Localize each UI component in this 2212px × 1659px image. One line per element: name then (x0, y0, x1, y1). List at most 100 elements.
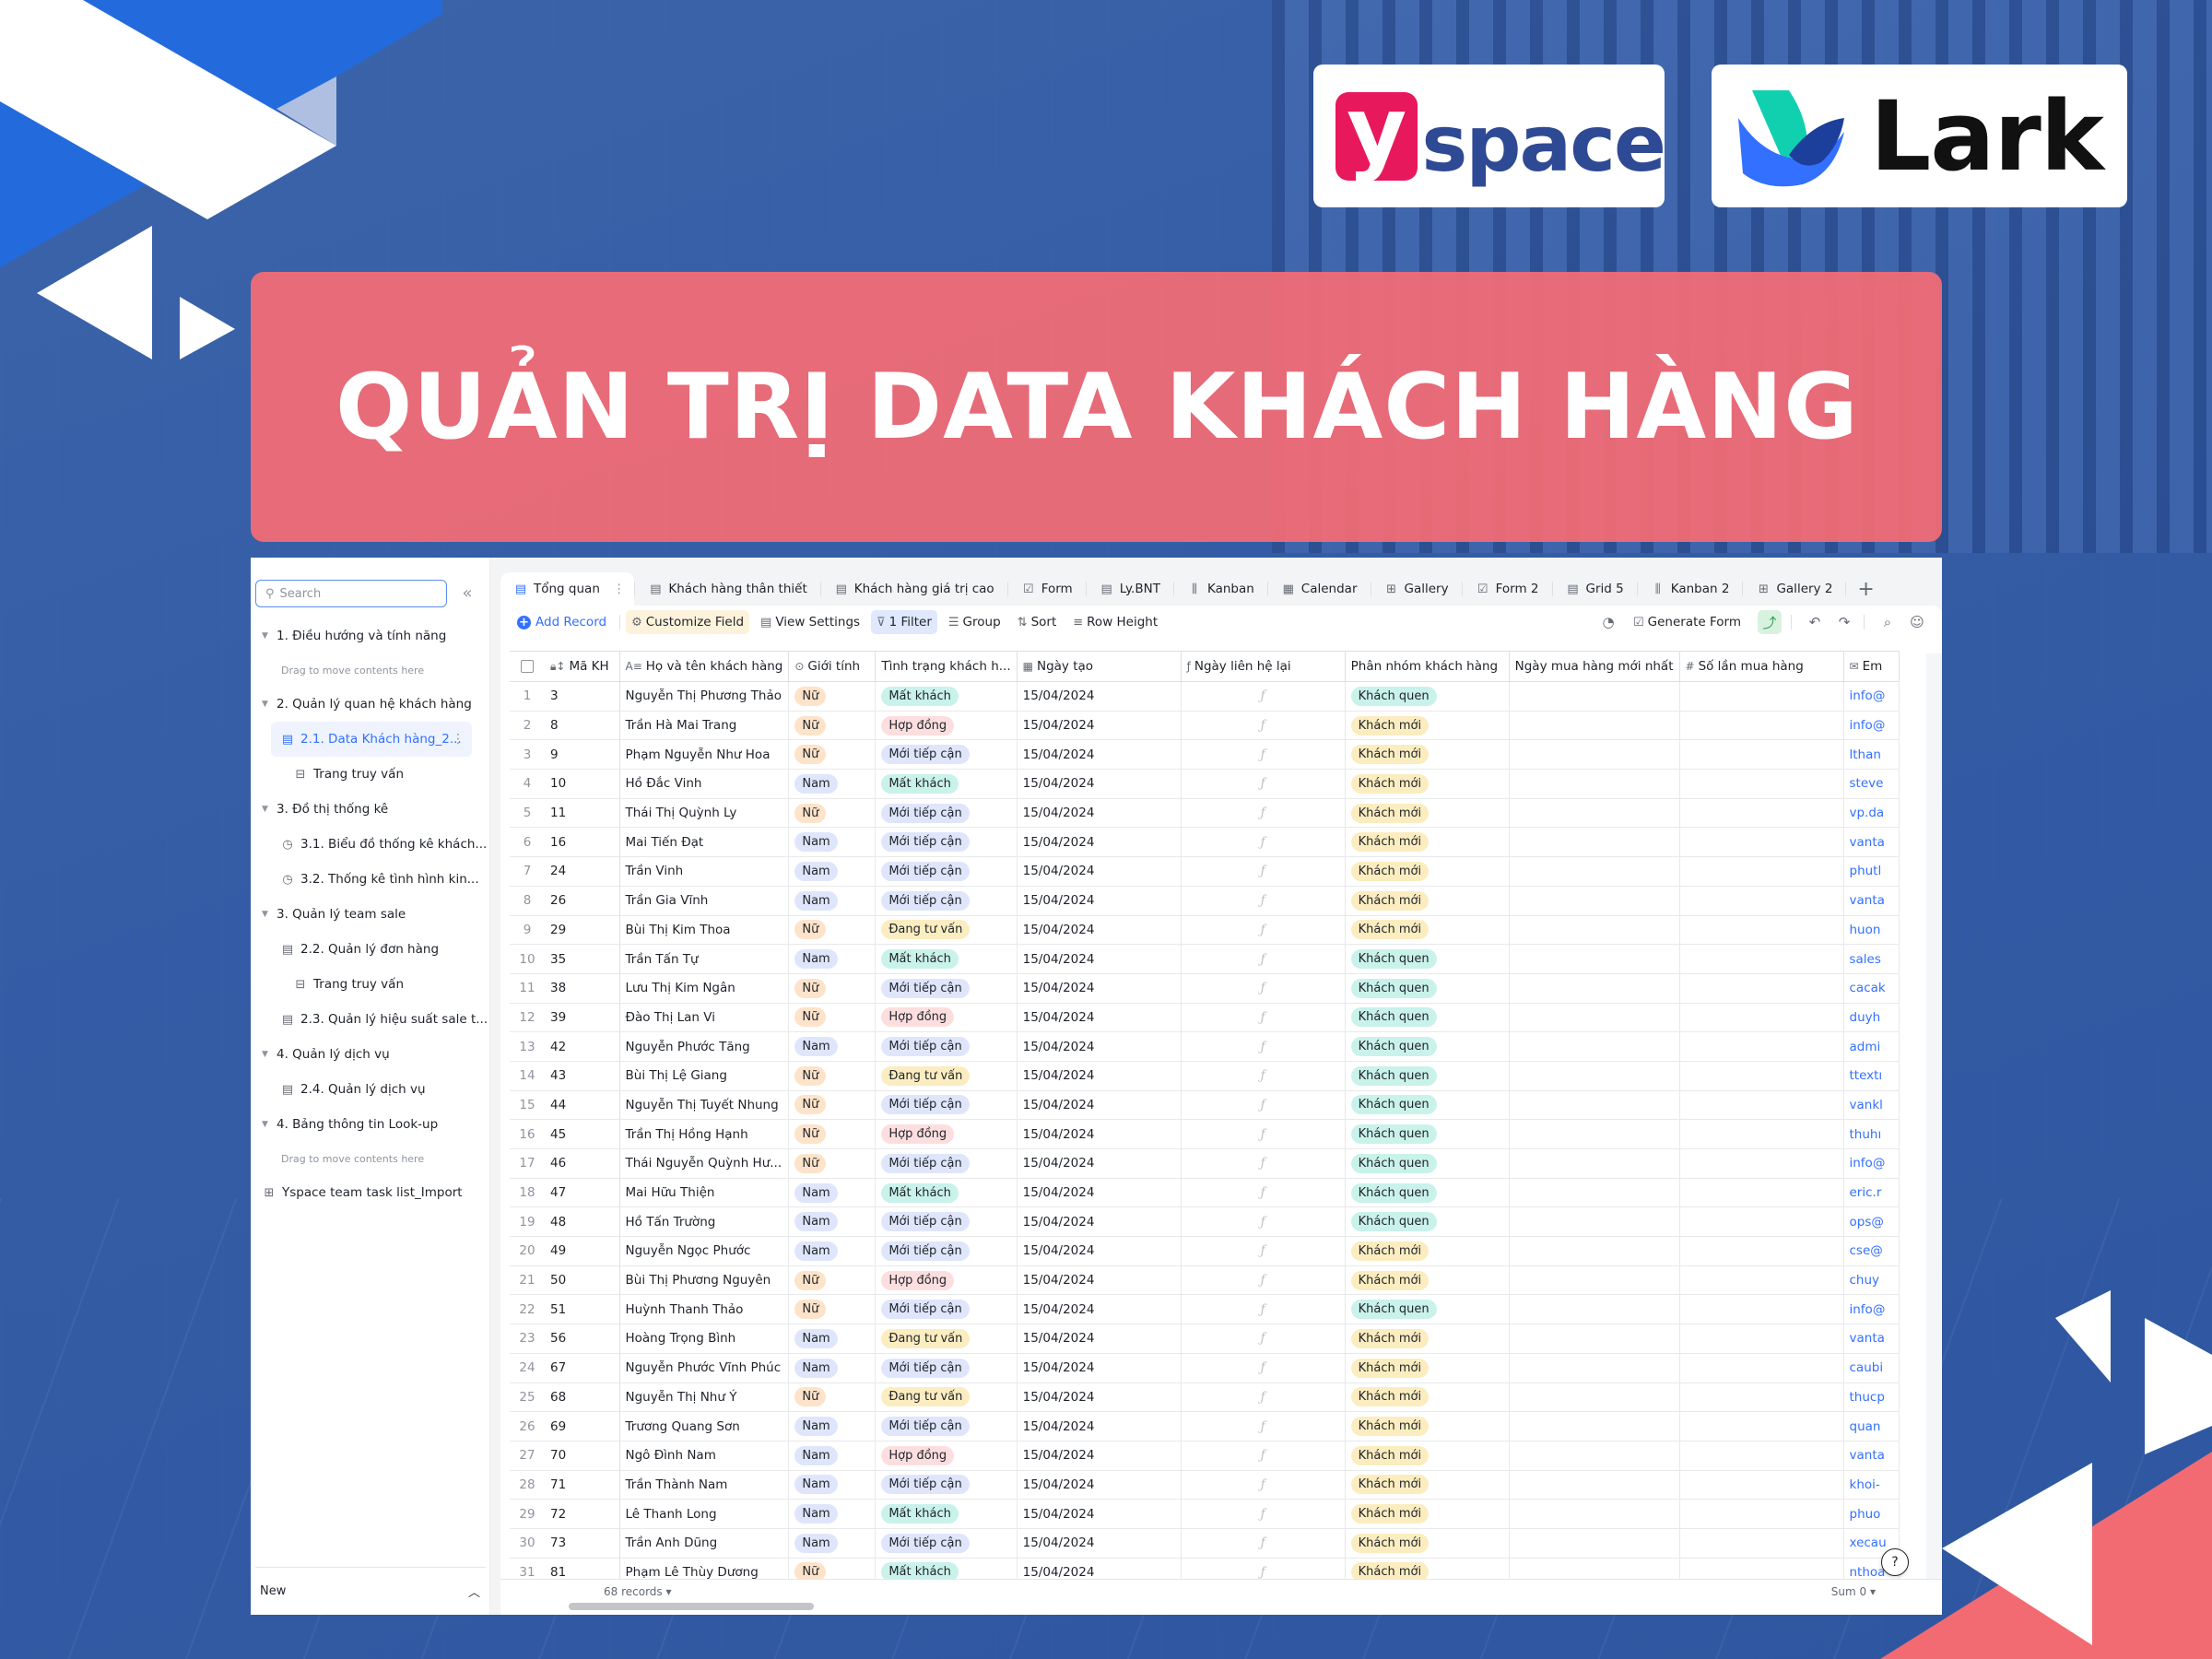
cell-tinh-trang[interactable]: Hợp đồng (875, 1441, 1018, 1471)
cell-gioi-tinh[interactable]: Nam (788, 1206, 877, 1238)
cell-tinh-trang[interactable]: Đang tư vấn (875, 1382, 1018, 1413)
undo-icon[interactable]: ↶ (1803, 610, 1827, 634)
cell-gioi-tinh[interactable]: Nam (788, 886, 877, 916)
cell-ngay-mua-moi-nhat[interactable] (1509, 1148, 1680, 1179)
cell-ngay-tao[interactable]: 15/04/2024 (1017, 1470, 1182, 1500)
cell-so-lan-mua[interactable] (1679, 1499, 1844, 1529)
filter-button[interactable]: ⊽ 1 Filter (871, 610, 937, 634)
cell-ngay-mua-moi-nhat[interactable] (1509, 856, 1680, 887)
cell-ho-ten[interactable]: Nguyễn Phước Tăng (619, 1031, 790, 1062)
cell-ho-ten[interactable]: Bùi Thị Phương Nguyên (619, 1265, 790, 1296)
tab-grid-5[interactable]: ▤ Grid 5 (1553, 572, 1637, 606)
horizontal-scrollbar[interactable] (569, 1603, 814, 1610)
cell-tinh-trang[interactable]: Mới tiếp cận (875, 1031, 1018, 1062)
cell-tinh-trang[interactable]: Đang tư vấn (875, 1324, 1018, 1354)
cell-phan-nhom[interactable]: Khách mới (1345, 1353, 1510, 1383)
cell-ngay-tao[interactable]: 15/04/2024 (1017, 1324, 1182, 1354)
cell-so-lan-mua[interactable] (1679, 1353, 1844, 1383)
column-header-ma-kh[interactable]: 🔒︎↕ Mã KH (545, 651, 620, 682)
table-row[interactable]: 3 9 Phạm Nguyễn Như Hoa Nữ Mới tiếp cận 15/04… (510, 739, 1900, 771)
cell-so-lan-mua[interactable] (1679, 681, 1844, 712)
cell-email[interactable]: phutl (1843, 856, 1900, 887)
cell-tinh-trang[interactable]: Hợp đồng (875, 711, 1018, 741)
cell-so-lan-mua[interactable] (1679, 1206, 1844, 1238)
cell-ngay-tao[interactable]: 15/04/2024 (1017, 944, 1182, 974)
cell-email[interactable]: chuy (1843, 1265, 1900, 1296)
cell-email[interactable]: info@ (1843, 1294, 1900, 1325)
chevron-up-icon[interactable]: ︿ (468, 1583, 480, 1600)
cell-phan-nhom[interactable]: Khách quen (1345, 1031, 1510, 1062)
cell-ma-kh[interactable]: 38 (545, 973, 620, 1004)
cell-ngay-lien-he-lai[interactable]: ƒ (1181, 1090, 1346, 1121)
tab-calendar[interactable]: ▦ Calendar (1268, 572, 1371, 606)
table-row[interactable]: 26 69 Trương Quang Sơn Nam Mới tiếp cận 15/04… (510, 1411, 1900, 1441)
cell-gioi-tinh[interactable]: Nữ (788, 1119, 877, 1149)
sidebar-item[interactable]: ▤ 2.2. Quản lý đơn hàng (251, 932, 490, 967)
cell-ngay-tao[interactable]: 15/04/2024 (1017, 1061, 1182, 1091)
cell-tinh-trang[interactable]: Mới tiếp cận (875, 1528, 1018, 1559)
cell-ngay-tao[interactable]: 15/04/2024 (1017, 886, 1182, 916)
cell-ngay-tao[interactable]: 15/04/2024 (1017, 1382, 1182, 1413)
collapse-sidebar-button[interactable]: « (456, 580, 478, 607)
cell-gioi-tinh[interactable]: Nam (788, 827, 877, 858)
sidebar-item[interactable]: ▤ 2.3. Quản lý hiệu suất sale t... (251, 1002, 490, 1037)
cell-so-lan-mua[interactable] (1679, 1119, 1844, 1149)
cell-ho-ten[interactable]: Trần Anh Dũng (619, 1528, 790, 1559)
sidebar-item[interactable]: ◷ 3.2. Thống kê tình hình kin... (251, 862, 490, 897)
cell-ngay-tao[interactable]: 15/04/2024 (1017, 1558, 1182, 1579)
cell-ngay-mua-moi-nhat[interactable] (1509, 973, 1680, 1004)
row-height-button[interactable]: ≡ Row Height (1067, 610, 1163, 634)
select-all-cell[interactable] (510, 651, 545, 682)
sidebar-group[interactable]: ▼ 1. Điều hướng và tính năng (251, 618, 490, 653)
cell-ho-ten[interactable]: Thái Thị Quỳnh Ly (619, 798, 790, 829)
cell-so-lan-mua[interactable] (1679, 1003, 1844, 1033)
cell-ngay-lien-he-lai[interactable]: ƒ (1181, 886, 1346, 916)
cell-tinh-trang[interactable]: Mới tiếp cận (875, 739, 1018, 771)
cell-ngay-lien-he-lai[interactable]: ƒ (1181, 1411, 1346, 1441)
cell-ngay-mua-moi-nhat[interactable] (1509, 1003, 1680, 1033)
caret-down-icon[interactable]: ▼ (262, 1050, 276, 1059)
cell-ngay-lien-he-lai[interactable]: ƒ (1181, 711, 1346, 741)
sidebar-item[interactable]: ⊟ Trang truy vấn (251, 967, 490, 1002)
table-row[interactable]: 12 39 Đào Thị Lan Vi Nữ Hợp đồng 15/04/2024 ƒ K… (510, 1003, 1900, 1033)
cell-ngay-tao[interactable]: 15/04/2024 (1017, 1206, 1182, 1238)
cell-phan-nhom[interactable]: Khách quen (1345, 1061, 1510, 1091)
cell-ma-kh[interactable]: 42 (545, 1031, 620, 1062)
cell-so-lan-mua[interactable] (1679, 1265, 1844, 1296)
tab-kh-ch-h-ng-gi-tr-cao[interactable]: ▤ Khách hàng giá trị cao (821, 572, 1007, 606)
cell-ma-kh[interactable]: 49 (545, 1236, 620, 1266)
cell-gioi-tinh[interactable]: Nữ (788, 681, 877, 712)
cell-gioi-tinh[interactable]: Nam (788, 769, 877, 799)
table-row[interactable]: 31 81 Phạm Lê Thùy Dương Nữ Mất khách 15/04/2… (510, 1558, 1900, 1579)
caret-down-icon[interactable]: ▼ (262, 910, 276, 919)
cell-ngay-lien-he-lai[interactable]: ƒ (1181, 1265, 1346, 1296)
cell-phan-nhom[interactable]: Khách mới (1345, 886, 1510, 916)
table-row[interactable]: 11 38 Lưu Thị Kim Ngân Nữ Mới tiếp cận 15/04/… (510, 973, 1900, 1004)
cell-tinh-trang[interactable]: Mới tiếp cận (875, 1090, 1018, 1121)
column-header-gioi-tinh[interactable]: ⊙ Giới tính (788, 651, 877, 682)
cell-ngay-mua-moi-nhat[interactable] (1509, 711, 1680, 741)
cell-gioi-tinh[interactable]: Nữ (788, 1003, 877, 1033)
cell-gioi-tinh[interactable]: Nữ (788, 798, 877, 829)
cell-ho-ten[interactable]: Lưu Thị Kim Ngân (619, 973, 790, 1004)
cell-email[interactable]: info@ (1843, 1148, 1900, 1179)
cell-ho-ten[interactable]: Trần Hà Mai Trang (619, 711, 790, 741)
cell-ngay-mua-moi-nhat[interactable] (1509, 1090, 1680, 1121)
table-row[interactable]: 22 51 Huỳnh Thanh Thảo Nữ Mới tiếp cận 15/04/… (510, 1294, 1900, 1325)
cell-email[interactable]: sales (1843, 944, 1900, 974)
caret-down-icon[interactable]: ▼ (262, 805, 276, 814)
cell-tinh-trang[interactable]: Hợp đồng (875, 1265, 1018, 1296)
cell-ho-ten[interactable]: Bùi Thị Kim Thoa (619, 915, 790, 946)
cell-email[interactable]: lthan (1843, 739, 1900, 771)
cell-ho-ten[interactable]: Ngô Đình Nam (619, 1441, 790, 1471)
cell-so-lan-mua[interactable] (1679, 886, 1844, 916)
cell-ngay-lien-he-lai[interactable]: ƒ (1181, 1031, 1346, 1062)
cell-ma-kh[interactable]: 39 (545, 1003, 620, 1033)
table-row[interactable]: 5 11 Thái Thị Quỳnh Ly Nữ Mới tiếp cận 15/04/… (510, 798, 1900, 829)
cell-tinh-trang[interactable]: Mất khách (875, 681, 1018, 712)
cell-ngay-tao[interactable]: 15/04/2024 (1017, 1119, 1182, 1149)
cell-ngay-mua-moi-nhat[interactable] (1509, 769, 1680, 799)
cell-ma-kh[interactable]: 48 (545, 1206, 620, 1238)
customize-field-button[interactable]: ⚙ Customize Field (626, 610, 750, 634)
add-view-button[interactable]: + (1846, 578, 1885, 601)
